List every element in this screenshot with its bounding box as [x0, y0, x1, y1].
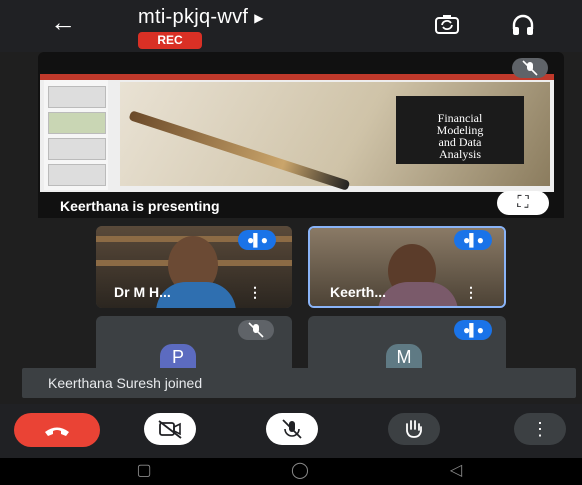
slide-app-toolbar	[40, 74, 554, 80]
camera-off-icon	[158, 420, 182, 439]
mic-off-icon	[522, 60, 538, 76]
speaking-indicator-icon: ●▌●	[463, 233, 484, 247]
meet-app: ← mti-pkjq-wvf▶ REC Financial Modeling	[0, 0, 582, 485]
presenter-mic-status	[512, 58, 548, 78]
end-call-button[interactable]	[14, 413, 100, 447]
presenting-label: Keerthana is presenting	[60, 198, 220, 214]
meeting-code: mti-pkjq-wvf	[138, 6, 249, 28]
back-icon[interactable]: ◁	[436, 461, 476, 481]
fullscreen-icon: ⛶	[517, 194, 529, 211]
raise-hand-icon	[406, 420, 422, 438]
speaking-indicator: ●▌●	[454, 320, 492, 340]
home-icon[interactable]: ◯	[280, 461, 320, 481]
join-notification-text: Keerthana Suresh joined	[48, 375, 203, 391]
mic-off-icon	[282, 419, 302, 439]
rec-badge: REC	[138, 32, 202, 49]
switch-camera-icon[interactable]	[432, 10, 462, 40]
participant-name: Dr M H...	[114, 284, 171, 300]
meeting-title[interactable]: mti-pkjq-wvf ▶	[138, 6, 264, 29]
speaking-indicator: ●▌●	[454, 230, 492, 250]
more-vertical-icon: ⋮	[531, 419, 549, 439]
mic-toggle-button[interactable]	[266, 413, 318, 445]
speaking-indicator: ●▌●	[238, 230, 276, 250]
slide-thumbnail	[48, 138, 106, 160]
camera-toggle-button[interactable]	[144, 413, 196, 445]
speaking-indicator-icon: ●▌●	[463, 323, 484, 337]
speaking-indicator-icon: ●▌●	[247, 233, 268, 247]
more-options-button[interactable]: ⋮	[514, 413, 566, 445]
slide-thumbnails	[44, 80, 108, 190]
slide-thumbnail	[48, 86, 106, 108]
slide-thumbnail	[48, 164, 106, 186]
end-call-icon	[45, 427, 69, 436]
caret-right-icon: ▶	[254, 10, 264, 25]
more-vertical-icon[interactable]: ⋮	[248, 284, 262, 301]
participant-name: Keerth...	[330, 284, 387, 300]
back-arrow-icon[interactable]: ←	[50, 8, 82, 36]
slide-thumbnail	[48, 112, 106, 134]
slide-title: Financial Modeling and Data Analysis	[400, 112, 520, 160]
raise-hand-button[interactable]	[388, 413, 440, 445]
mic-off-icon	[248, 322, 264, 338]
top-bar	[0, 0, 582, 52]
participant-mic-status	[238, 320, 274, 340]
avatar: P	[160, 344, 196, 368]
headphones-icon[interactable]	[508, 10, 538, 40]
recents-icon[interactable]: ▢	[124, 461, 164, 481]
slide-title-line: Analysis	[439, 147, 481, 161]
more-vertical-icon[interactable]: ⋮	[464, 284, 478, 301]
avatar: M	[386, 344, 422, 368]
